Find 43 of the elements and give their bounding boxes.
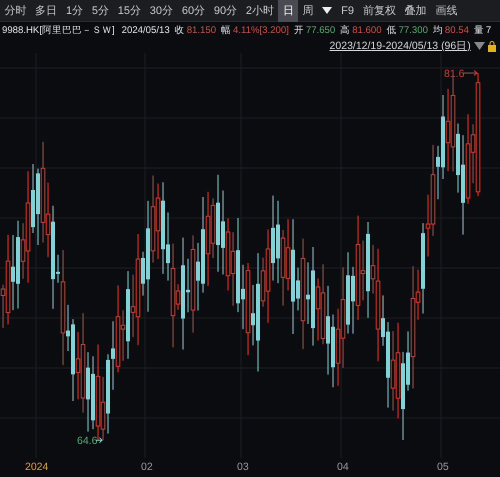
stock-symbol: 9988.HK[阿里巴巴－ＳＷ] <box>2 24 115 38</box>
toolbar-button[interactable]: 前复权 <box>358 0 400 22</box>
caret-icon[interactable] <box>474 42 484 50</box>
quote-value: 77.300 <box>398 24 428 38</box>
period-tab[interactable]: 5分 <box>87 0 114 22</box>
quote-value: 80.54 <box>444 24 469 38</box>
caret-icon <box>322 7 332 14</box>
toolbar-button[interactable]: 叠加 <box>400 0 431 22</box>
period-tab[interactable]: 日 <box>278 0 298 22</box>
axis-label: 03 <box>237 460 249 475</box>
period-tab[interactable]: 60分 <box>177 0 210 22</box>
quote-value: 7 <box>486 24 492 38</box>
period-tab[interactable]: 90分 <box>209 0 242 22</box>
period-tab[interactable]: 2小时 <box>242 0 278 22</box>
quote-label: 均 <box>432 24 443 38</box>
toolbar-button[interactable]: F9 <box>336 0 358 22</box>
quote-label: 收 <box>174 24 185 38</box>
leader-arrow <box>462 70 478 76</box>
period-tab[interactable]: 30分 <box>145 0 178 22</box>
axis-label: 05 <box>437 460 449 475</box>
quote-value: 81.600 <box>352 24 382 38</box>
quote-date: 2024/05/13 <box>122 24 170 38</box>
quote-label: 开 <box>294 24 304 38</box>
period-tab[interactable]: 15分 <box>113 0 146 22</box>
quote-label: 高 <box>340 24 350 38</box>
axis-label: 2024 <box>25 460 48 475</box>
toolbar-button[interactable]: 画线 <box>430 0 462 22</box>
padlock-icon[interactable] <box>487 40 498 52</box>
leader-arrow <box>96 437 103 444</box>
quote-label: 量 <box>474 24 484 38</box>
period-tab[interactable]: 1分 <box>62 0 88 22</box>
date-range-link[interactable]: 2023/12/19-2024/05/13 (96日) <box>330 39 471 53</box>
period-tab[interactable]: 周 <box>298 0 318 22</box>
low-price-label: 64.6 <box>77 435 98 448</box>
quote-value: 4.11%[3.200] <box>233 24 289 38</box>
quote-label: 幅 <box>221 24 232 38</box>
quote-value: 81.150 <box>186 24 216 38</box>
period-tab[interactable]: 分时 <box>0 0 31 22</box>
period-tab[interactable]: 多日 <box>30 0 62 22</box>
axis-label: 02 <box>141 460 153 475</box>
axis-label: 04 <box>337 460 349 475</box>
quote-value: 77.650 <box>306 24 336 38</box>
quote-label: 低 <box>386 24 397 38</box>
